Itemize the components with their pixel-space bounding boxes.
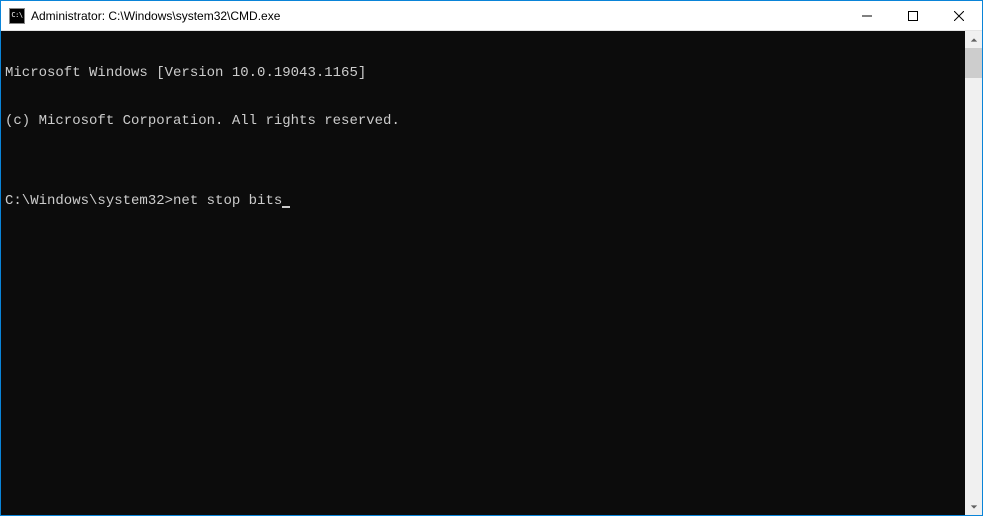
titlebar[interactable]: C:\ Administrator: C:\Windows\system32\C… <box>1 1 982 31</box>
window-controls <box>844 1 982 30</box>
copyright-line: (c) Microsoft Corporation. All rights re… <box>5 113 961 129</box>
text-cursor <box>282 206 290 208</box>
chevron-up-icon <box>970 36 978 44</box>
terminal-area: Microsoft Windows [Version 10.0.19043.11… <box>1 31 982 515</box>
cmd-app-icon-text: C:\ <box>11 12 22 19</box>
maximize-button[interactable] <box>890 1 936 30</box>
minimize-button[interactable] <box>844 1 890 30</box>
terminal-output[interactable]: Microsoft Windows [Version 10.0.19043.11… <box>1 31 965 515</box>
scroll-down-button[interactable] <box>965 498 982 515</box>
cmd-app-icon: C:\ <box>9 8 25 24</box>
command-text: net stop bits <box>173 193 282 209</box>
chevron-down-icon <box>970 503 978 511</box>
maximize-icon <box>908 11 918 21</box>
scroll-up-button[interactable] <box>965 31 982 48</box>
cmd-window: C:\ Administrator: C:\Windows\system32\C… <box>0 0 983 516</box>
prompt-text: C:\Windows\system32> <box>5 193 173 209</box>
close-button[interactable] <box>936 1 982 30</box>
version-line: Microsoft Windows [Version 10.0.19043.11… <box>5 65 961 81</box>
minimize-icon <box>862 11 872 21</box>
scroll-track[interactable] <box>965 48 982 498</box>
prompt-line: C:\Windows\system32>net stop bits <box>5 193 961 209</box>
window-title: Administrator: C:\Windows\system32\CMD.e… <box>31 9 280 23</box>
scroll-thumb[interactable] <box>965 48 982 78</box>
vertical-scrollbar[interactable] <box>965 31 982 515</box>
close-icon <box>954 11 964 21</box>
